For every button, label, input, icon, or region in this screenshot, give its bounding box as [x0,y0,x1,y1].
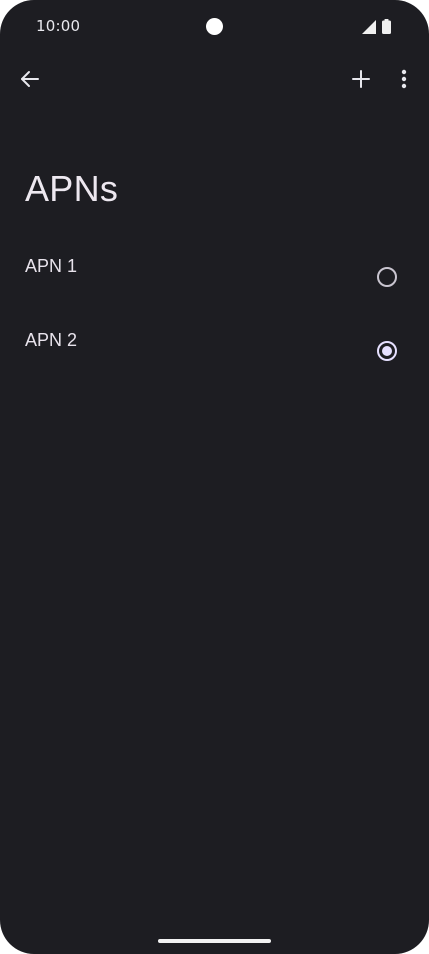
battery-icon [382,19,391,34]
app-bar [0,60,429,104]
add-apn-button[interactable] [345,64,377,98]
more-vert-icon [401,69,407,93]
back-button[interactable] [14,64,46,98]
status-bar: 10:00 [0,0,429,52]
status-time: 10:00 [36,17,81,35]
apn-name: APN 1 [25,256,78,276]
apn-item-2[interactable]: APN 2 [0,312,429,386]
radio-unselected-icon[interactable] [376,266,398,288]
apn-item-1[interactable]: APN 1 [0,238,429,312]
status-icons [362,19,391,34]
signal-icon [362,19,376,34]
screen: 10:00 APNs APN 1 APN 2 [0,0,429,954]
gesture-nav-handle[interactable] [158,939,271,943]
page-title: APNs [25,168,119,209]
more-options-button[interactable] [389,64,419,98]
apn-list: APN 1 APN 2 [0,238,429,386]
camera-cutout [206,18,223,35]
plus-icon [351,69,371,93]
arrow-back-icon [20,69,40,93]
apn-name: APN 2 [25,330,78,350]
radio-selected-icon[interactable] [376,340,398,362]
